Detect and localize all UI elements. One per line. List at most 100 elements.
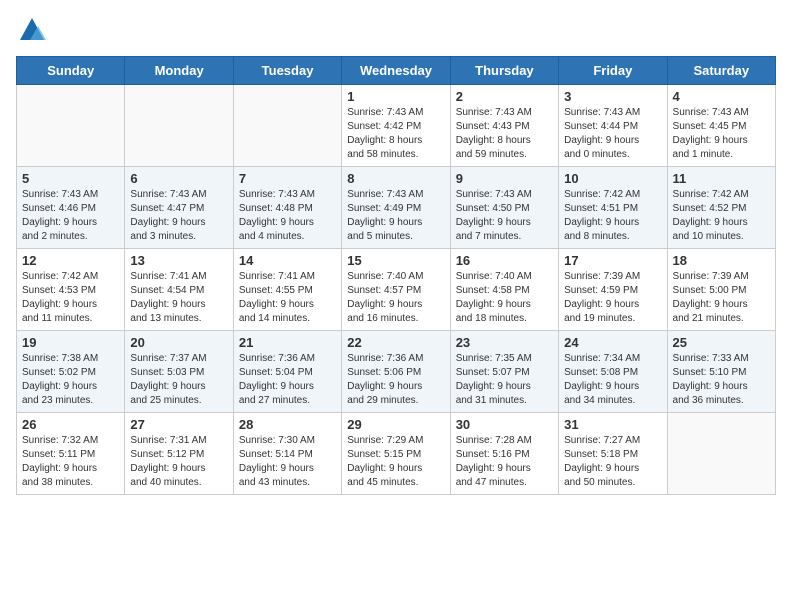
- cell-content: Sunrise: 7:42 AM Sunset: 4:51 PM Dayligh…: [564, 188, 661, 244]
- day-number: 2: [456, 89, 553, 104]
- day-number: 31: [564, 417, 661, 432]
- calendar-week-4: 19 Sunrise: 7:38 AM Sunset: 5:02 PM Dayli…: [17, 331, 776, 413]
- calendar-cell: [233, 85, 341, 167]
- weekday-friday: Friday: [559, 57, 667, 85]
- calendar-cell: 2 Sunrise: 7:43 AM Sunset: 4:43 PM Daylig…: [450, 85, 558, 167]
- cell-content: Sunrise: 7:43 AM Sunset: 4:43 PM Dayligh…: [456, 106, 553, 162]
- calendar-cell: 11 Sunrise: 7:42 AM Sunset: 4:52 PM Dayli…: [667, 167, 775, 249]
- day-number: 27: [130, 417, 227, 432]
- cell-content: Sunrise: 7:43 AM Sunset: 4:48 PM Dayligh…: [239, 188, 336, 244]
- day-number: 9: [456, 171, 553, 186]
- calendar-cell: 16 Sunrise: 7:40 AM Sunset: 4:58 PM Dayli…: [450, 249, 558, 331]
- day-number: 28: [239, 417, 336, 432]
- cell-content: Sunrise: 7:36 AM Sunset: 5:04 PM Dayligh…: [239, 352, 336, 408]
- calendar-cell: 21 Sunrise: 7:36 AM Sunset: 5:04 PM Dayli…: [233, 331, 341, 413]
- cell-content: Sunrise: 7:41 AM Sunset: 4:55 PM Dayligh…: [239, 270, 336, 326]
- day-number: 12: [22, 253, 119, 268]
- weekday-saturday: Saturday: [667, 57, 775, 85]
- day-number: 24: [564, 335, 661, 350]
- cell-content: Sunrise: 7:27 AM Sunset: 5:18 PM Dayligh…: [564, 434, 661, 490]
- day-number: 25: [673, 335, 770, 350]
- day-number: 14: [239, 253, 336, 268]
- day-number: 13: [130, 253, 227, 268]
- cell-content: Sunrise: 7:34 AM Sunset: 5:08 PM Dayligh…: [564, 352, 661, 408]
- calendar-cell: 14 Sunrise: 7:41 AM Sunset: 4:55 PM Dayli…: [233, 249, 341, 331]
- cell-content: Sunrise: 7:30 AM Sunset: 5:14 PM Dayligh…: [239, 434, 336, 490]
- calendar-cell: 5 Sunrise: 7:43 AM Sunset: 4:46 PM Daylig…: [17, 167, 125, 249]
- day-number: 20: [130, 335, 227, 350]
- calendar-cell: 24 Sunrise: 7:34 AM Sunset: 5:08 PM Dayli…: [559, 331, 667, 413]
- cell-content: Sunrise: 7:38 AM Sunset: 5:02 PM Dayligh…: [22, 352, 119, 408]
- calendar-cell: 3 Sunrise: 7:43 AM Sunset: 4:44 PM Daylig…: [559, 85, 667, 167]
- calendar-cell: 7 Sunrise: 7:43 AM Sunset: 4:48 PM Daylig…: [233, 167, 341, 249]
- cell-content: Sunrise: 7:43 AM Sunset: 4:49 PM Dayligh…: [347, 188, 444, 244]
- calendar-week-3: 12Sunrise: 7:42 AM Sunset: 4:53 PM Dayli…: [17, 249, 776, 331]
- calendar-cell: 17 Sunrise: 7:39 AM Sunset: 4:59 PM Dayli…: [559, 249, 667, 331]
- weekday-tuesday: Tuesday: [233, 57, 341, 85]
- calendar-week-2: 5 Sunrise: 7:43 AM Sunset: 4:46 PM Daylig…: [17, 167, 776, 249]
- day-number: 21: [239, 335, 336, 350]
- day-number: 30: [456, 417, 553, 432]
- calendar-table: SundayMondayTuesdayWednesdayThursdayFrid…: [16, 56, 776, 495]
- cell-content: Sunrise: 7:37 AM Sunset: 5:03 PM Dayligh…: [130, 352, 227, 408]
- calendar-cell: 9 Sunrise: 7:43 AM Sunset: 4:50 PM Daylig…: [450, 167, 558, 249]
- calendar-cell: 29 Sunrise: 7:29 AM Sunset: 5:15 PM Dayli…: [342, 413, 450, 495]
- cell-content: Sunrise: 7:43 AM Sunset: 4:50 PM Dayligh…: [456, 188, 553, 244]
- day-number: 29: [347, 417, 444, 432]
- day-number: 8: [347, 171, 444, 186]
- day-number: 19: [22, 335, 119, 350]
- cell-content: Sunrise: 7:35 AM Sunset: 5:07 PM Dayligh…: [456, 352, 553, 408]
- cell-content: Sunrise: 7:43 AM Sunset: 4:42 PM Dayligh…: [347, 106, 444, 162]
- cell-content: Sunrise: 7:29 AM Sunset: 5:15 PM Dayligh…: [347, 434, 444, 490]
- weekday-monday: Monday: [125, 57, 233, 85]
- calendar-cell: [17, 85, 125, 167]
- calendar-cell: 28 Sunrise: 7:30 AM Sunset: 5:14 PM Dayli…: [233, 413, 341, 495]
- calendar-cell: 20 Sunrise: 7:37 AM Sunset: 5:03 PM Dayli…: [125, 331, 233, 413]
- day-number: 11: [673, 171, 770, 186]
- cell-content: Sunrise: 7:43 AM Sunset: 4:44 PM Dayligh…: [564, 106, 661, 162]
- calendar-cell: 23 Sunrise: 7:35 AM Sunset: 5:07 PM Dayli…: [450, 331, 558, 413]
- day-number: 7: [239, 171, 336, 186]
- calendar-cell: 19 Sunrise: 7:38 AM Sunset: 5:02 PM Dayli…: [17, 331, 125, 413]
- cell-content: Sunrise: 7:43 AM Sunset: 4:45 PM Dayligh…: [673, 106, 770, 162]
- day-number: 16: [456, 253, 553, 268]
- calendar-cell: 18Sunrise: 7:39 AM Sunset: 5:00 PM Dayli…: [667, 249, 775, 331]
- day-number: 3: [564, 89, 661, 104]
- calendar-cell: 10 Sunrise: 7:42 AM Sunset: 4:51 PM Dayli…: [559, 167, 667, 249]
- day-number: 15: [347, 253, 444, 268]
- calendar-cell: [667, 413, 775, 495]
- calendar-cell: 8 Sunrise: 7:43 AM Sunset: 4:49 PM Daylig…: [342, 167, 450, 249]
- cell-content: Sunrise: 7:39 AM Sunset: 4:59 PM Dayligh…: [564, 270, 661, 326]
- calendar-cell: 6Sunrise: 7:43 AM Sunset: 4:47 PM Daylig…: [125, 167, 233, 249]
- calendar-cell: [125, 85, 233, 167]
- calendar-cell: 13 Sunrise: 7:41 AM Sunset: 4:54 PM Dayli…: [125, 249, 233, 331]
- calendar-cell: 12Sunrise: 7:42 AM Sunset: 4:53 PM Dayli…: [17, 249, 125, 331]
- day-number: 4: [673, 89, 770, 104]
- weekday-wednesday: Wednesday: [342, 57, 450, 85]
- day-number: 1: [347, 89, 444, 104]
- cell-content: Sunrise: 7:40 AM Sunset: 4:58 PM Dayligh…: [456, 270, 553, 326]
- cell-content: Sunrise: 7:28 AM Sunset: 5:16 PM Dayligh…: [456, 434, 553, 490]
- day-number: 5: [22, 171, 119, 186]
- day-number: 22: [347, 335, 444, 350]
- cell-content: Sunrise: 7:36 AM Sunset: 5:06 PM Dayligh…: [347, 352, 444, 408]
- day-number: 10: [564, 171, 661, 186]
- calendar-cell: 22 Sunrise: 7:36 AM Sunset: 5:06 PM Dayli…: [342, 331, 450, 413]
- cell-content: Sunrise: 7:41 AM Sunset: 4:54 PM Dayligh…: [130, 270, 227, 326]
- cell-content: Sunrise: 7:43 AM Sunset: 4:46 PM Dayligh…: [22, 188, 119, 244]
- day-number: 26: [22, 417, 119, 432]
- cell-content: Sunrise: 7:32 AM Sunset: 5:11 PM Dayligh…: [22, 434, 119, 490]
- calendar-cell: 1 Sunrise: 7:43 AM Sunset: 4:42 PM Daylig…: [342, 85, 450, 167]
- day-number: 23: [456, 335, 553, 350]
- calendar-cell: 30 Sunrise: 7:28 AM Sunset: 5:16 PM Dayli…: [450, 413, 558, 495]
- calendar-week-5: 26 Sunrise: 7:32 AM Sunset: 5:11 PM Dayli…: [17, 413, 776, 495]
- day-number: 18: [673, 253, 770, 268]
- day-number: 17: [564, 253, 661, 268]
- calendar-cell: 27Sunrise: 7:31 AM Sunset: 5:12 PM Dayli…: [125, 413, 233, 495]
- cell-content: Sunrise: 7:33 AM Sunset: 5:10 PM Dayligh…: [673, 352, 770, 408]
- calendar-cell: 25 Sunrise: 7:33 AM Sunset: 5:10 PM Dayli…: [667, 331, 775, 413]
- cell-content: Sunrise: 7:42 AM Sunset: 4:52 PM Dayligh…: [673, 188, 770, 244]
- calendar-cell: 4 Sunrise: 7:43 AM Sunset: 4:45 PM Daylig…: [667, 85, 775, 167]
- weekday-header-row: SundayMondayTuesdayWednesdayThursdayFrid…: [17, 57, 776, 85]
- logo: [16, 16, 46, 44]
